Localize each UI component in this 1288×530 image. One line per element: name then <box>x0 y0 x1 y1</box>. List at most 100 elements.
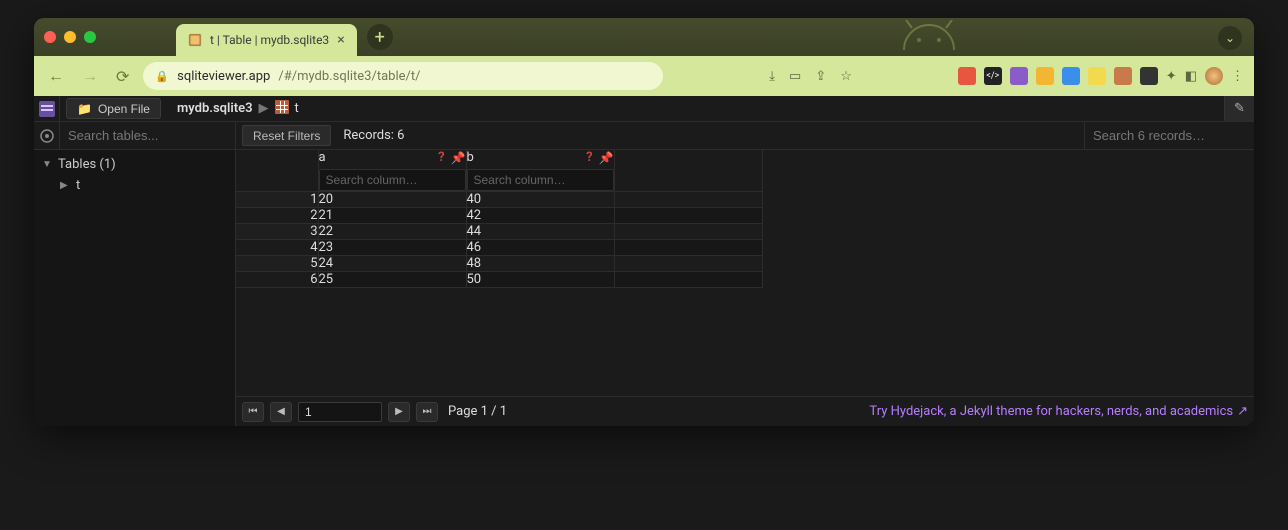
row-number: 1 <box>236 192 318 208</box>
sidebar-toggle-icon[interactable] <box>34 122 60 149</box>
cell[interactable]: 40 <box>466 192 614 208</box>
search-records-input[interactable] <box>1084 122 1254 149</box>
extension-icon[interactable] <box>1140 67 1158 85</box>
cell-empty <box>614 224 762 240</box>
row-number-header <box>236 150 318 192</box>
breadcrumb-db[interactable]: mydb.sqlite3 <box>177 101 253 116</box>
address-actions: ⤓ ▭ ⇪ ☆ <box>769 69 852 84</box>
column-name: b <box>467 150 474 165</box>
tabs-dropdown-button[interactable]: ⌄ <box>1218 26 1242 50</box>
column-name: a <box>319 150 326 165</box>
breadcrumb: mydb.sqlite3 ▶ t <box>167 96 309 121</box>
share-icon[interactable]: ⇪ <box>815 69 826 84</box>
search-tables-input[interactable] <box>60 122 236 149</box>
cell[interactable]: 20 <box>318 192 466 208</box>
pin-icon[interactable]: 📌 <box>599 151 614 165</box>
sidebar-item-label: t <box>76 178 80 193</box>
page-indicator: Page 1 / 1 <box>448 404 507 419</box>
reset-filters-button[interactable]: Reset Filters <box>242 125 331 146</box>
external-link-icon: ↗ <box>1237 404 1248 419</box>
tables-sidebar: ▼ Tables (1) ▶ t <box>34 150 236 426</box>
column-header[interactable]: a ? 📌 <box>318 150 466 192</box>
table-row[interactable]: 3 22 44 <box>236 224 762 240</box>
cell[interactable]: 23 <box>318 240 466 256</box>
forward-button[interactable]: → <box>78 64 102 88</box>
extension-icon[interactable] <box>1088 67 1106 85</box>
open-file-label: Open File <box>98 102 150 116</box>
table-row[interactable]: 5 24 48 <box>236 256 762 272</box>
column-header[interactable]: b ? 📌 <box>466 150 614 192</box>
cell-empty <box>614 208 762 224</box>
cell[interactable]: 22 <box>318 224 466 240</box>
table-row[interactable]: 1 20 40 <box>236 192 762 208</box>
cell[interactable]: 24 <box>318 256 466 272</box>
breadcrumb-table[interactable]: t <box>295 101 299 116</box>
cell[interactable]: 48 <box>466 256 614 272</box>
minimize-window-button[interactable] <box>64 31 76 43</box>
window-controls <box>44 31 96 43</box>
extension-icon[interactable] <box>1036 67 1054 85</box>
row-number: 5 <box>236 256 318 272</box>
browser-tab[interactable]: t | Table | mydb.sqlite3 × <box>176 24 357 56</box>
extension-icon[interactable] <box>1010 67 1028 85</box>
open-file-button[interactable]: 📁 Open File <box>66 98 161 119</box>
sidebar-item-table[interactable]: ▶ t <box>34 175 235 196</box>
url-host: sqliteviewer.app <box>177 69 270 84</box>
cell[interactable]: 25 <box>318 272 466 288</box>
extension-icon[interactable]: </> <box>984 67 1002 85</box>
next-page-button[interactable]: ▶ <box>388 402 410 422</box>
last-page-button[interactable]: ⏭ <box>416 402 438 422</box>
tab-strip: t | Table | mydb.sqlite3 × + ⌄ <box>34 18 1254 56</box>
cell[interactable]: 44 <box>466 224 614 240</box>
close-tab-icon[interactable]: × <box>337 32 344 48</box>
extension-icon[interactable] <box>1114 67 1132 85</box>
table-row[interactable]: 4 23 46 <box>236 240 762 256</box>
first-page-button[interactable]: ⏮ <box>242 402 264 422</box>
chrome-menu-icon[interactable]: ⋮ <box>1231 69 1244 84</box>
column-type-icon[interactable]: ? <box>586 150 592 165</box>
promo-link[interactable]: Try Hydejack, a Jekyll theme for hackers… <box>869 404 1248 419</box>
page-icon[interactable]: ▭ <box>789 69 801 84</box>
row-number: 2 <box>236 208 318 224</box>
table-row[interactable]: 2 21 42 <box>236 208 762 224</box>
extensions-puzzle-icon[interactable]: ✦ <box>1166 69 1177 84</box>
bookmark-icon[interactable]: ☆ <box>840 69 852 84</box>
close-window-button[interactable] <box>44 31 56 43</box>
maximize-window-button[interactable] <box>84 31 96 43</box>
extension-icon[interactable] <box>958 67 976 85</box>
install-app-icon[interactable]: ⤓ <box>769 69 775 84</box>
extension-icon[interactable] <box>1062 67 1080 85</box>
prev-page-button[interactable]: ◀ <box>270 402 292 422</box>
chevron-right-icon: ▶ <box>60 180 70 191</box>
cell[interactable]: 42 <box>466 208 614 224</box>
extension-icons: </> ✦ ◧ ⋮ <box>958 67 1244 85</box>
column-search-input[interactable] <box>467 169 614 191</box>
column-type-icon[interactable]: ? <box>438 150 444 165</box>
page-number-input[interactable] <box>298 402 382 422</box>
tab-favicon <box>188 33 202 47</box>
cell-empty <box>614 192 762 208</box>
edit-mode-button[interactable]: ✎ <box>1224 96 1254 121</box>
row-number: 6 <box>236 272 318 288</box>
column-search-input[interactable] <box>319 169 466 191</box>
data-grid-scroll[interactable]: a ? 📌 b ? <box>236 150 1254 396</box>
table-icon <box>275 100 289 118</box>
breadcrumb-separator: ▶ <box>259 101 269 116</box>
tables-tree-header[interactable]: ▼ Tables (1) <box>34 154 235 175</box>
records-count: Records: 6 <box>337 122 410 149</box>
address-bar[interactable]: 🔒 sqliteviewer.app/#/mydb.sqlite3/table/… <box>143 62 663 90</box>
pin-icon[interactable]: 📌 <box>451 151 466 165</box>
table-row[interactable]: 6 25 50 <box>236 272 762 288</box>
side-panel-icon[interactable]: ◧ <box>1185 69 1197 84</box>
android-theme-decor <box>884 20 974 58</box>
cell[interactable]: 21 <box>318 208 466 224</box>
reload-button[interactable]: ⟳ <box>112 65 133 88</box>
new-tab-button[interactable]: + <box>367 24 393 50</box>
cell[interactable]: 46 <box>466 240 614 256</box>
address-bar-row: ← → ⟳ 🔒 sqliteviewer.app/#/mydb.sqlite3/… <box>34 56 1254 96</box>
cell[interactable]: 50 <box>466 272 614 288</box>
back-button[interactable]: ← <box>44 64 68 88</box>
profile-avatar[interactable] <box>1205 67 1223 85</box>
chevron-down-icon: ▼ <box>42 159 52 170</box>
lock-icon: 🔒 <box>155 70 169 83</box>
